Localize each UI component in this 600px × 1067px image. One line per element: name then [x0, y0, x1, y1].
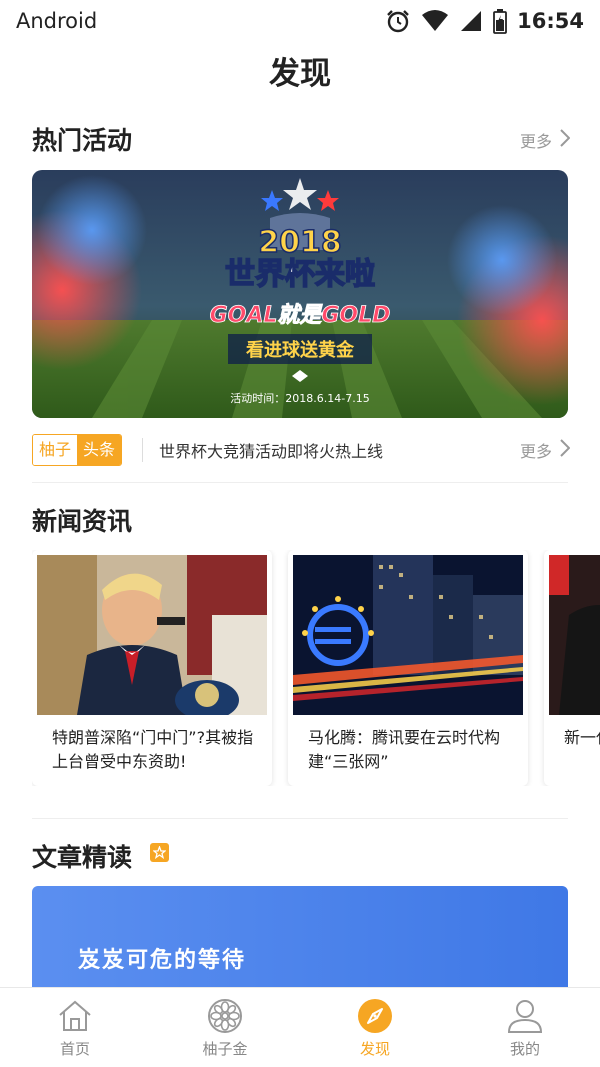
clock-time: 16:54: [517, 9, 584, 33]
section-title-news: 新闻资讯: [32, 507, 133, 536]
more-link-ticker[interactable]: 更多: [519, 438, 571, 462]
more-link-hot-activities[interactable]: 更多: [519, 128, 571, 152]
headline-tag: 柚子 头条: [32, 434, 123, 466]
section-title-hot-activities: 热门活动: [32, 126, 133, 155]
news-card[interactable]: 马化腾：腾讯要在云时代构建“三张网”: [288, 550, 528, 786]
chevron-right-icon: [560, 129, 571, 151]
news-caption: 新一代量生产: [564, 728, 600, 747]
chevron-right-icon: [560, 439, 571, 461]
signal-icon: [459, 9, 483, 33]
nav-me[interactable]: 我的: [450, 988, 600, 1067]
divider: [142, 438, 144, 462]
nav-label: 柚子金: [202, 1040, 248, 1058]
svg-text:2018: 2018: [258, 225, 342, 260]
banner-image: 2018 世界杯来啦 GOAL就是GOLD 看进球送黄金 活动时间：2018.6…: [32, 170, 568, 418]
status-icons: 16:54: [385, 8, 584, 34]
divider: [32, 818, 568, 819]
svg-text:GOAL就是GOLD: GOAL就是GOLD: [210, 302, 391, 328]
svg-text:看进球送黄金: 看进球送黄金: [245, 339, 355, 361]
page-title: 发现: [269, 56, 331, 92]
news-thumbnail: [293, 555, 523, 715]
nav-pomelo-gold[interactable]: 柚子金: [150, 988, 300, 1067]
nav-discover[interactable]: 发现: [300, 988, 450, 1067]
news-caption: 特朗普深陷“门中门”?其被指上台曾受中东资助!: [52, 728, 254, 771]
nav-home[interactable]: 首页: [0, 988, 150, 1067]
pomelo-icon: [207, 998, 243, 1034]
status-bar: Android 16:54: [0, 0, 600, 42]
wifi-icon: [421, 9, 449, 33]
more-label: 更多: [519, 132, 552, 151]
news-thumbnail: [549, 555, 600, 715]
divider: [32, 482, 568, 483]
hot-activity-banner[interactable]: 2018 世界杯来啦 GOAL就是GOLD 看进球送黄金 活动时间：2018.6…: [32, 170, 568, 418]
carrier-label: Android: [16, 9, 98, 33]
nav-label: 我的: [509, 1040, 540, 1058]
ticker-headline[interactable]: 世界杯大竞猜活动即将火热上线: [159, 438, 520, 462]
article-title: 岌岌可危的等待: [78, 948, 247, 973]
news-caption: 马化腾：腾讯要在云时代构建“三张网”: [308, 728, 501, 771]
svg-text:活动时间：2018.6.14-7.15: 活动时间：2018.6.14-7.15: [230, 392, 369, 405]
news-carousel[interactable]: 特朗普深陷“门中门”?其被指上台曾受中东资助! 马化腾：腾讯要在云时代构建“三张…: [32, 550, 600, 786]
news-thumbnail: [37, 555, 267, 715]
svg-text:世界杯来啦: 世界杯来啦: [225, 257, 375, 292]
news-card[interactable]: 新一代量生产: [544, 550, 600, 786]
user-icon: [507, 998, 543, 1034]
tag-left-label: 柚子: [33, 435, 78, 465]
nav-label: 发现: [359, 1040, 390, 1058]
nav-label: 首页: [59, 1040, 90, 1058]
battery-icon: [493, 8, 508, 34]
headline-ticker[interactable]: 柚子 头条 世界杯大竞猜活动即将火热上线 更多: [32, 432, 571, 468]
section-title-articles: 文章精读: [32, 843, 133, 872]
news-card[interactable]: 特朗普深陷“门中门”?其被指上台曾受中东资助!: [32, 550, 272, 786]
star-badge-icon: [150, 843, 169, 862]
tag-right-label: 头条: [77, 435, 122, 465]
compass-icon: [357, 998, 393, 1034]
home-icon: [57, 998, 93, 1034]
more-label: 更多: [519, 442, 552, 461]
alarm-icon: [385, 8, 411, 34]
bottom-nav: 首页 柚子金 发现 我的: [0, 987, 600, 1067]
